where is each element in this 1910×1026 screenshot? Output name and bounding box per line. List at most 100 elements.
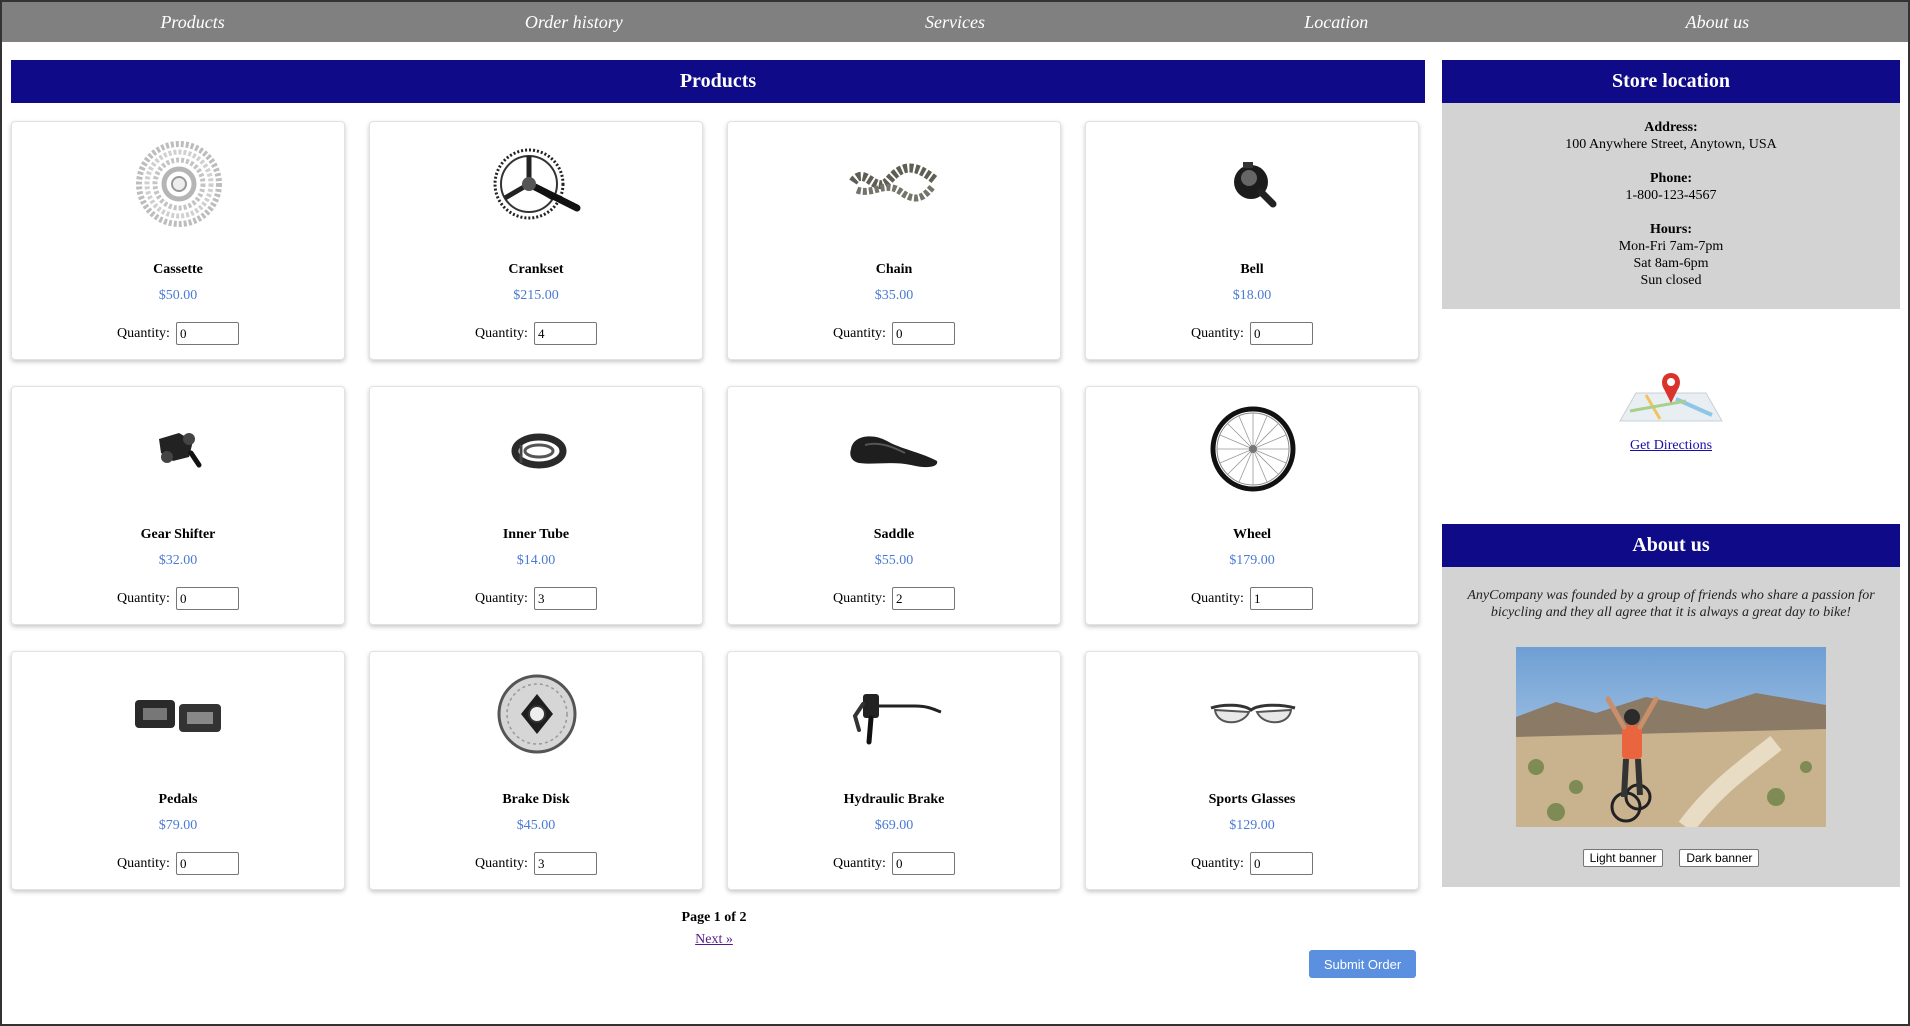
quantity-row: Quantity:: [1086, 852, 1418, 875]
quantity-row: Quantity:: [12, 322, 344, 345]
quantity-label: Quantity:: [475, 590, 528, 606]
quantity-row: Quantity:: [370, 587, 702, 610]
product-name: Gear Shifter: [140, 527, 216, 542]
nav-services[interactable]: Services: [764, 2, 1145, 42]
submit-order-button[interactable]: Submit Order: [1309, 950, 1416, 978]
product-card: Pedals $79.00 Quantity:: [11, 651, 345, 890]
hydraulic-brake-icon: [845, 664, 945, 764]
product-name: Bell: [1240, 262, 1264, 277]
product-name: Pedals: [158, 792, 198, 807]
product-card: Cassette $50.00 Quantity:: [11, 121, 345, 360]
quantity-label: Quantity:: [833, 590, 886, 606]
get-directions-link[interactable]: Get Directions: [1442, 438, 1900, 454]
quantity-row: Quantity:: [12, 852, 344, 875]
quantity-input[interactable]: [1249, 852, 1313, 875]
map-area: Get Directions: [1442, 309, 1900, 524]
product-name: Sports Glasses: [1208, 792, 1296, 807]
product-price: $32.00: [158, 553, 198, 568]
product-price: $35.00: [874, 288, 914, 303]
store-info: Address: 100 Anywhere Street, Anytown, U…: [1442, 103, 1900, 309]
saddle-icon: [845, 399, 945, 499]
quantity-label: Quantity:: [1191, 590, 1244, 606]
product-price: $18.00: [1232, 288, 1272, 303]
page-indicator: Page 1 of 2: [681, 910, 747, 925]
nav-location[interactable]: Location: [1146, 2, 1527, 42]
product-price: $69.00: [874, 818, 914, 833]
top-nav: Products Order history Services Location…: [2, 2, 1908, 42]
quantity-label: Quantity:: [475, 855, 528, 871]
product-price: $179.00: [1229, 553, 1275, 568]
address-value: 100 Anywhere Street, Anytown, USA: [1565, 137, 1777, 152]
quantity-row: Quantity:: [728, 587, 1060, 610]
quantity-input[interactable]: [891, 852, 955, 875]
page-frame: Products Order history Services Location…: [0, 0, 1910, 1026]
quantity-input[interactable]: [891, 322, 955, 345]
nav-products[interactable]: Products: [2, 2, 383, 42]
product-name: Brake Disk: [502, 792, 570, 807]
quantity-input[interactable]: [533, 587, 597, 610]
sports-glasses-icon: [1203, 664, 1303, 764]
product-name: Cassette: [153, 262, 203, 277]
phone-value: 1-800-123-4567: [1625, 188, 1717, 203]
about-us-title: About us: [1442, 524, 1900, 567]
product-price: $215.00: [513, 288, 559, 303]
quantity-row: Quantity:: [370, 852, 702, 875]
quantity-input[interactable]: [175, 587, 239, 610]
quantity-label: Quantity:: [833, 325, 886, 341]
quantity-input[interactable]: [175, 322, 239, 345]
nav-order-history[interactable]: Order history: [383, 2, 764, 42]
product-name: Chain: [875, 262, 913, 277]
quantity-input[interactable]: [1249, 322, 1313, 345]
product-card: Hydraulic Brake $69.00 Quantity:: [727, 651, 1061, 890]
product-name: Crankset: [508, 262, 564, 277]
product-price: $129.00: [1229, 818, 1275, 833]
nav-about-us[interactable]: About us: [1527, 2, 1908, 42]
quantity-row: Quantity:: [370, 322, 702, 345]
phone-label: Phone:: [1650, 171, 1692, 186]
quantity-label: Quantity:: [117, 325, 170, 341]
address-label: Address:: [1644, 120, 1698, 135]
pedals-icon: [129, 664, 229, 764]
quantity-input[interactable]: [533, 852, 597, 875]
hours-sunday: Sun closed: [1640, 273, 1702, 288]
product-price: $14.00: [516, 553, 556, 568]
products-section: Products Cassette $50.00 Quantity: 0 Cra…: [11, 60, 1425, 978]
dark-banner-button[interactable]: Dark banner: [1679, 849, 1760, 867]
quantity-row: Quantity:: [728, 852, 1060, 875]
quantity-input[interactable]: [533, 322, 597, 345]
product-card: Inner Tube $14.00 Quantity:: [369, 386, 703, 625]
product-card: Sports Glasses $129.00 Quantity:: [1085, 651, 1419, 890]
product-card: Chain $35.00 Quantity:: [727, 121, 1061, 360]
gear-shifter-icon: [129, 399, 229, 499]
map-icon[interactable]: [1616, 371, 1726, 427]
bell-icon: [1203, 134, 1303, 234]
product-card: Saddle $55.00 Quantity:: [727, 386, 1061, 625]
store-location-title: Store location: [1442, 60, 1900, 103]
product-name: Saddle: [873, 527, 915, 542]
quantity-input[interactable]: [891, 587, 955, 610]
sidebar: Store location Address: 100 Anywhere Str…: [1442, 60, 1900, 887]
product-price: $45.00: [516, 818, 556, 833]
about-us-panel: AnyCompany was founded by a group of fri…: [1442, 567, 1900, 887]
quantity-label: Quantity:: [1191, 855, 1244, 871]
product-price: $50.00: [158, 288, 198, 303]
product-grid: Cassette $50.00 Quantity: 0 Crankset $21…: [11, 121, 1425, 890]
quantity-row: Quantity:: [1086, 322, 1418, 345]
product-card: Bell $18.00 Quantity:: [1085, 121, 1419, 360]
pagination: Page 1 of 2 Next »: [11, 910, 1425, 948]
product-name: Wheel: [1232, 527, 1272, 542]
banner-toggle-group: Light banner Dark banner: [1442, 849, 1900, 867]
product-name: Hydraulic Brake: [843, 792, 945, 807]
product-card: Wheel $179.00 Quantity:: [1085, 386, 1419, 625]
quantity-input[interactable]: [175, 852, 239, 875]
quantity-label: Quantity:: [833, 855, 886, 871]
quantity-label: Quantity:: [117, 855, 170, 871]
chain-icon: [845, 134, 945, 234]
hours-label: Hours:: [1650, 222, 1692, 237]
quantity-input[interactable]: [1249, 587, 1313, 610]
light-banner-button[interactable]: Light banner: [1582, 849, 1664, 867]
next-page-link[interactable]: Next »: [3, 932, 1425, 948]
quantity-row: Quantity:: [12, 587, 344, 610]
quantity-row: Quantity:: [728, 322, 1060, 345]
hours-weekday: Mon-Fri 7am-7pm: [1618, 239, 1724, 254]
